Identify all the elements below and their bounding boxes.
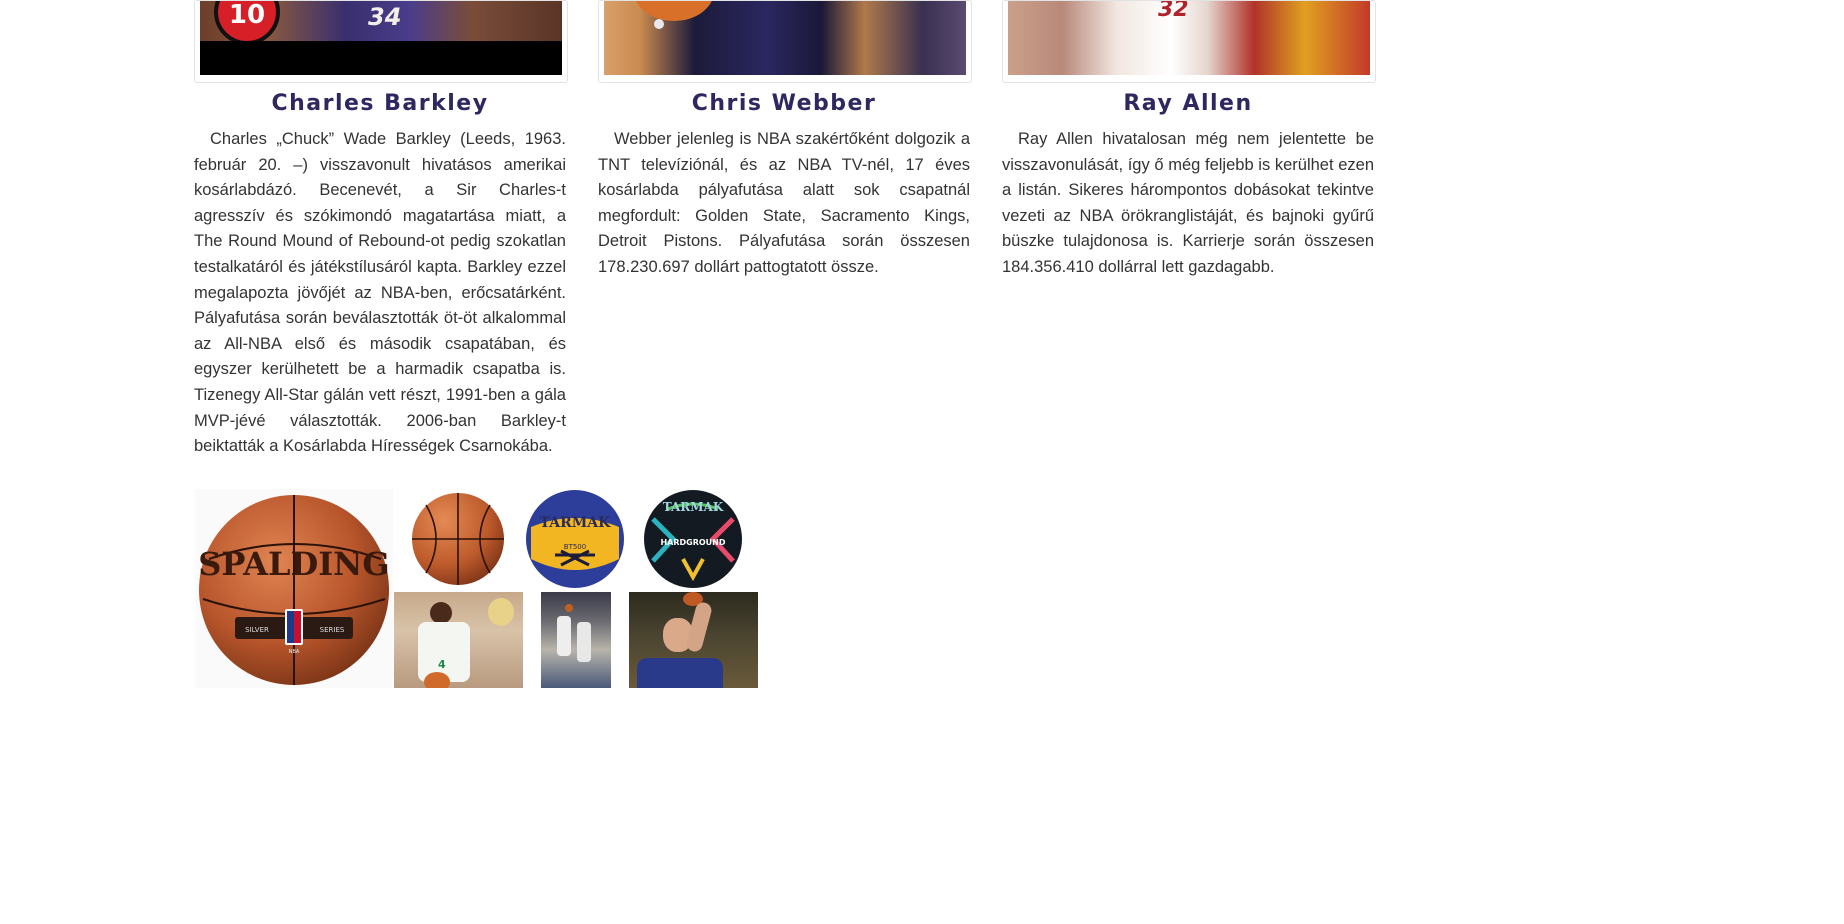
basketball-image [410, 491, 506, 587]
player-card-barkley: 10 34 Charles Barkley Charles „Chuck” Wa… [194, 0, 568, 460]
player-bio: Webber jelenleg is NBA szakértőként dolg… [598, 130, 970, 276]
jersey-number: 4 [438, 658, 446, 671]
player-photo-frame [598, 0, 972, 83]
player-figure [557, 616, 571, 656]
player-jersey [637, 658, 723, 688]
player-name: Ray Allen [1123, 91, 1253, 116]
spalding-silver-text: SILVER [245, 626, 269, 634]
tarmak-dark-brand-text: TARMAK [663, 500, 724, 514]
basketball-shape [424, 672, 450, 688]
player-photo [604, 1, 966, 75]
nba-logo-text: NBA [289, 649, 300, 655]
spalding-series-text: SERIES [320, 626, 345, 634]
player-photo: 32 [1008, 1, 1370, 75]
player-photo: 10 34 [200, 1, 562, 75]
basketball-shape [634, 1, 714, 21]
tarmak-brand-text: TARMAK [540, 515, 612, 531]
female-player-photo: 4 [394, 592, 523, 688]
player-card-allen: 32 Ray Allen Ray Allen hivatalosan még n… [1002, 0, 1376, 281]
spalding-ball-image: SPALDING SILVER SERIES NBA [195, 489, 393, 688]
player-name: Charles Barkley [271, 91, 489, 116]
player-card-webber: Chris Webber Webber jelenleg is NBA szak… [598, 0, 972, 281]
hardground-text: HARDGROUND [660, 538, 725, 547]
player-bio: Ray Allen hivatalosan még nem jelentette… [1002, 130, 1374, 276]
jersey-number: 32 [1158, 1, 1189, 22]
player-figure [577, 622, 591, 662]
basketball-shape [565, 604, 573, 612]
tarmak-yellow-ball-image: TARMAK BT500 [525, 489, 625, 589]
jersey-number: 34 [368, 3, 402, 31]
player-photo-frame: 32 [1002, 0, 1376, 83]
second-player-head [488, 598, 514, 626]
player-photo-frame: 10 34 [194, 0, 568, 83]
photo-highlight [654, 19, 664, 29]
spalding-brand-text: SPALDING [198, 545, 389, 583]
player-bio: Charles „Chuck” Wade Barkley (Leeds, 196… [194, 130, 566, 456]
photo-black-band [200, 41, 562, 75]
player-head [430, 602, 452, 624]
tarmak-model-text: BT500 [564, 543, 586, 551]
game-action-photo [541, 592, 611, 688]
player-name: Chris Webber [691, 91, 877, 116]
male-player-photo [629, 592, 758, 688]
number-badge: 10 [214, 1, 280, 45]
tarmak-dark-ball-image: TARMAK HARDGROUND [643, 489, 743, 589]
